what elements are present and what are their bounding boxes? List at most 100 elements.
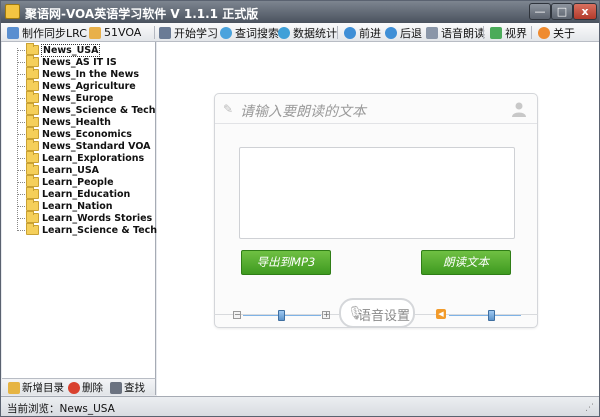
tree-item[interactable]: Learn_Explorations xyxy=(17,151,145,164)
start-learning-button[interactable]: 开始学习 xyxy=(159,24,218,41)
volume-icon: ◀ xyxy=(436,309,446,319)
voice-settings-button[interactable]: 🎙 语音设置 xyxy=(339,298,415,328)
find-button[interactable]: 查找 xyxy=(110,380,145,395)
tree-connector xyxy=(17,217,25,219)
tree-item[interactable]: News_Agriculture xyxy=(17,79,137,92)
volume-slider-track[interactable] xyxy=(449,315,521,316)
add-folder-label: 新增目录 xyxy=(22,382,64,394)
tree-item-label: News_Economics xyxy=(42,128,132,140)
forward-label: 前进 xyxy=(359,26,381,40)
start-learning-label: 开始学习 xyxy=(174,26,218,40)
folder-icon xyxy=(26,139,39,151)
tree-item[interactable]: Learn_Science & Tech xyxy=(17,223,158,236)
status-text: 当前浏览：News_USA xyxy=(7,403,115,415)
tree-item[interactable]: News_In the News xyxy=(17,67,140,80)
app-logo-icon xyxy=(5,4,20,19)
book-icon xyxy=(159,26,171,39)
delete-button[interactable]: 删除 xyxy=(68,380,103,395)
tts-button[interactable]: 语音朗读 xyxy=(426,24,485,41)
folder-icon xyxy=(26,151,39,163)
tree-item[interactable]: News_Standard VOA xyxy=(17,139,152,152)
folder-icon xyxy=(26,79,39,91)
close-button[interactable]: x xyxy=(573,3,597,20)
view-icon xyxy=(490,26,502,39)
minimize-button[interactable]: — xyxy=(529,3,551,20)
tree-item-label: News_USA xyxy=(41,43,101,57)
statistics-button[interactable]: 数据统计 xyxy=(278,24,337,41)
tree-connector xyxy=(17,145,25,147)
tree-connector xyxy=(17,109,25,111)
about-button[interactable]: 关于 xyxy=(538,24,575,41)
tree-item[interactable]: Learn_Education xyxy=(17,187,131,200)
toolbar-separator xyxy=(154,26,155,39)
folder-icon xyxy=(26,199,39,211)
home-icon xyxy=(89,26,101,39)
user-icon xyxy=(512,102,526,117)
tree-connector xyxy=(17,121,25,123)
tree-connector xyxy=(17,205,25,207)
view-label: 视界 xyxy=(505,26,527,40)
folder-icon xyxy=(26,103,39,115)
tts-text-input[interactable] xyxy=(239,147,515,239)
tree-item-label: Learn_Science & Tech xyxy=(42,224,158,236)
tree-connector xyxy=(17,157,25,159)
tree-item-label: News_Standard VOA xyxy=(42,140,151,152)
volume-slider-thumb[interactable] xyxy=(488,310,496,321)
toolbar: 制作同步LRC 51VOA 开始学习 查词搜索 数据统计 前进 后退 语音朗读 … xyxy=(1,23,599,42)
speed-slider-thumb[interactable] xyxy=(278,310,285,321)
tts-label: 语音朗读 xyxy=(441,26,485,40)
back-label: 后退 xyxy=(400,26,422,40)
tree-connector xyxy=(17,169,25,171)
delete-label: 删除 xyxy=(82,382,103,394)
speed-increase-button[interactable]: + xyxy=(322,311,330,319)
tree-connector xyxy=(17,61,25,63)
tree-item-label: Learn_Nation xyxy=(42,200,113,212)
tree-connector xyxy=(17,181,25,183)
tree-item-label: Learn_Explorations xyxy=(42,152,145,164)
voice-settings-label: 语音设置 xyxy=(358,309,411,324)
info-icon xyxy=(538,26,550,39)
tree-connector xyxy=(17,97,25,99)
read-text-button[interactable]: 朗读文本 xyxy=(421,250,511,275)
pen-icon: ✎ xyxy=(223,102,234,116)
tree-connector xyxy=(17,85,25,87)
forward-icon xyxy=(344,26,356,39)
51voa-button[interactable]: 51VOA xyxy=(89,24,141,41)
export-mp3-button[interactable]: 导出到MP3 xyxy=(241,250,331,275)
folder-icon xyxy=(26,211,39,223)
back-button[interactable]: 后退 xyxy=(385,24,422,41)
resize-grip[interactable]: ⋰ xyxy=(585,403,595,413)
title-bar: 聚语网-VOA英语学习软件 V 1.1.1 正式版 — □ x xyxy=(1,1,599,23)
tree-item-label: News_In the News xyxy=(42,68,140,80)
toolbar-separator xyxy=(337,26,338,39)
folder-icon xyxy=(26,175,39,187)
tree-item-label: News_Health xyxy=(42,116,111,128)
binoculars-icon xyxy=(110,381,122,394)
microphone-icon: 🎙 xyxy=(347,306,364,321)
make-lrc-button[interactable]: 制作同步LRC xyxy=(7,24,87,41)
folder-icon xyxy=(26,115,39,127)
tree-item-label: News_Europe xyxy=(42,92,114,104)
tree-item[interactable]: News_Science & Tech xyxy=(17,103,157,116)
folder-icon xyxy=(26,91,39,103)
toolbar-separator xyxy=(531,26,532,39)
lrc-icon xyxy=(7,26,19,39)
tree-item[interactable]: Learn_Words Stories xyxy=(17,211,153,224)
maximize-button[interactable]: □ xyxy=(551,3,573,20)
status-bar: 当前浏览：News_USA ⋰ xyxy=(1,396,599,416)
add-folder-button[interactable]: 新增目录 xyxy=(8,380,64,395)
folder-icon xyxy=(26,223,39,235)
search-icon xyxy=(220,26,232,39)
tree-connector xyxy=(17,229,25,231)
folder-icon xyxy=(26,55,39,67)
speed-decrease-button[interactable]: − xyxy=(233,311,241,319)
tree-item[interactable]: News_Economics xyxy=(17,127,133,140)
forward-button[interactable]: 前进 xyxy=(344,24,381,41)
view-button[interactable]: 视界 xyxy=(490,24,527,41)
category-tree: News_USA News_AS IT IS News_In the News New… xyxy=(2,42,158,378)
word-search-button[interactable]: 查词搜索 xyxy=(220,24,279,41)
delete-icon xyxy=(68,381,80,394)
folder-icon xyxy=(26,163,39,175)
51voa-label: 51VOA xyxy=(104,26,142,39)
reader-panel: ✎ 请输入要朗读的文本 导出到MP3 朗读文本 − + 🎙 语音设置 ◀ xyxy=(157,42,599,396)
